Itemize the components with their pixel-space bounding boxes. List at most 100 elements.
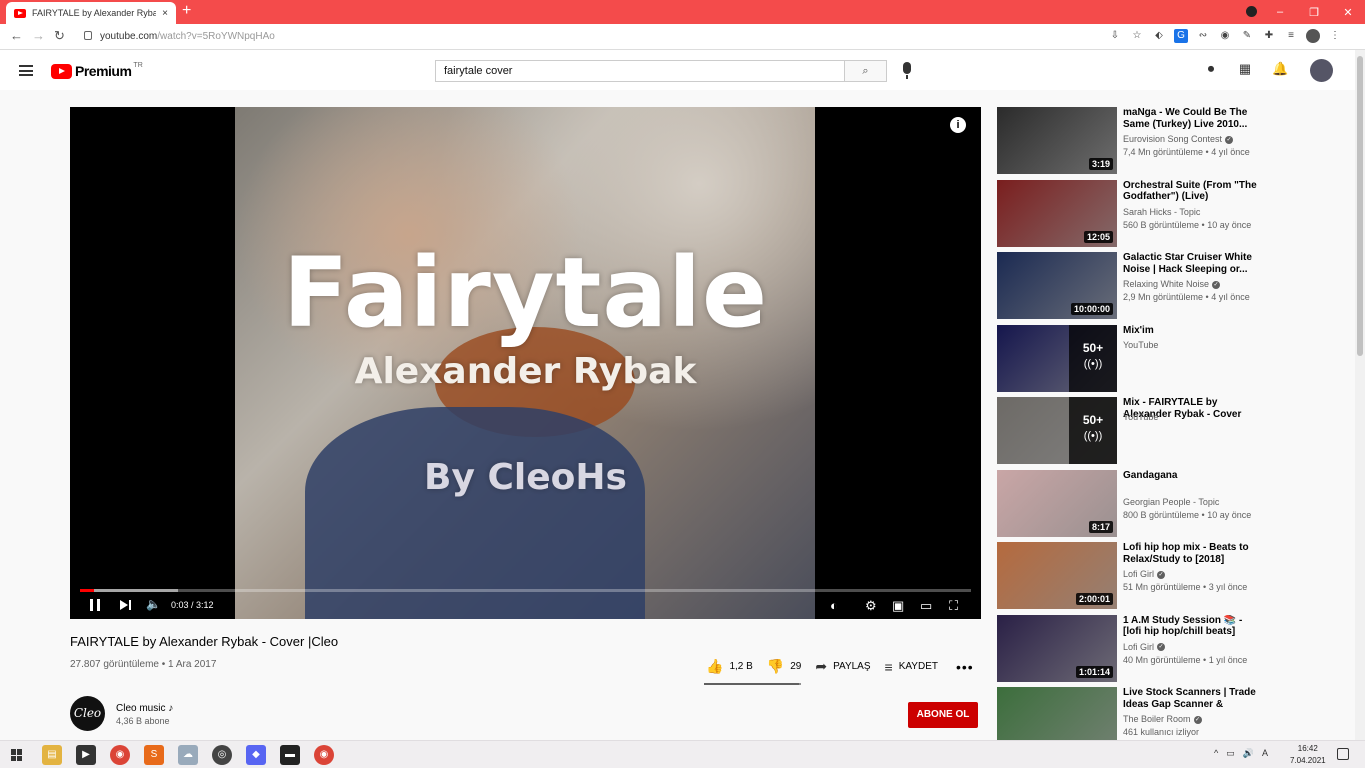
forward-arrow-icon[interactable]: →: [32, 28, 45, 43]
bookmark-star-icon[interactable]: ☆: [1130, 29, 1144, 43]
battery-icon[interactable]: ▭: [1226, 748, 1235, 759]
related-video-title[interactable]: Mix'im: [1123, 325, 1263, 337]
mix-badge: 50+ ((•)): [1069, 397, 1117, 464]
url-field[interactable]: youtube.com/watch?v=5RoYWNpqHAo: [76, 27, 1096, 47]
language-icon[interactable]: A: [1262, 748, 1268, 759]
taskbar-clock[interactable]: 16:42 7.04.2021: [1290, 743, 1326, 767]
video-thumbnail[interactable]: 50+ ((•)): [997, 324, 1117, 392]
share-button[interactable]: ➦ PAYLAŞ: [815, 658, 870, 675]
media-app-icon[interactable]: ▶: [76, 745, 96, 765]
video-title: FAIRYTALE by Alexander Rybak - Cover |Cl…: [70, 634, 339, 649]
video-thumbnail[interactable]: 10:00:00: [997, 252, 1117, 319]
save-button[interactable]: ≡ KAYDET: [885, 659, 938, 675]
video-thumbnail[interactable]: 3:19: [997, 107, 1117, 174]
discord-icon[interactable]: ◆: [246, 745, 266, 765]
related-video-channel: Sarah Hicks - Topic: [1123, 206, 1201, 217]
channel-avatar[interactable]: Cleo: [70, 696, 105, 731]
video-thumbnail[interactable]: 8:17: [997, 469, 1117, 537]
related-video-item[interactable]: 12:05 Orchestral Suite (From "The Godfath…: [997, 179, 1357, 248]
search-input[interactable]: fairytale cover: [435, 60, 845, 82]
video-thumbnail[interactable]: 50+ ((•)): [997, 397, 1117, 464]
channel-name[interactable]: Cleo music ♪: [116, 703, 173, 714]
autoplay-toggle-icon[interactable]: ◐: [830, 598, 838, 613]
video-thumbnail[interactable]: 12:05: [997, 179, 1117, 247]
close-window-button[interactable]: ✕: [1331, 6, 1365, 19]
related-video-item[interactable]: 1:01:14 1 A.M Study Session 📚 - [lofi hip…: [997, 614, 1357, 683]
youtube-logo[interactable]: Premium TR: [51, 62, 143, 79]
more-actions-icon[interactable]: •••: [956, 659, 974, 675]
fullscreen-icon[interactable]: ⛶: [949, 598, 958, 614]
file-explorer-icon[interactable]: ▤: [42, 745, 62, 765]
related-video-item[interactable]: 50+ ((•)) Mix - FAIRYTALE by Alexander Ryb…: [997, 397, 1357, 465]
like-button[interactable]: 👍 1,2 B: [706, 658, 753, 675]
create-video-icon[interactable]: ⏺: [1204, 62, 1218, 76]
back-arrow-icon[interactable]: ←: [10, 28, 23, 43]
windows-start-icon[interactable]: [11, 749, 23, 761]
apps-grid-icon[interactable]: ▦: [1238, 62, 1252, 76]
reload-icon[interactable]: ↻: [54, 28, 65, 44]
related-video-title[interactable]: maNga - We Could Be The Same (Turkey) Li…: [1123, 107, 1263, 130]
tab-close-icon[interactable]: ×: [162, 8, 168, 19]
video-thumbnail[interactable]: 1:01:14: [997, 614, 1117, 682]
related-video-title[interactable]: Live Stock Scanners | Trade Ideas Gap Sc…: [1123, 687, 1263, 710]
photos-icon[interactable]: ☁: [178, 745, 198, 765]
profile-avatar-icon[interactable]: [1306, 29, 1320, 43]
overlay-title: Fairytale: [282, 237, 769, 349]
search-button[interactable]: ⌕: [845, 60, 887, 82]
notifications-bell-icon[interactable]: 🔔: [1272, 62, 1288, 76]
hamburger-menu-icon[interactable]: [19, 65, 33, 76]
settings-gear-icon[interactable]: ⚙: [865, 598, 877, 614]
tray-overflow-icon[interactable]: ^: [1214, 748, 1218, 759]
terminal-icon[interactable]: ▬: [280, 745, 300, 765]
progress-bar[interactable]: [80, 589, 971, 592]
pen-extension-icon[interactable]: ✎: [1240, 29, 1254, 43]
subscribe-button[interactable]: ABONE OL: [908, 702, 978, 728]
media-control-icon[interactable]: ≡: [1284, 29, 1298, 43]
lock-icon: [84, 31, 92, 40]
translate-extension-icon[interactable]: G: [1174, 29, 1188, 43]
puzzle-icon[interactable]: ✚: [1262, 29, 1276, 43]
theater-mode-icon[interactable]: ▭: [920, 598, 932, 614]
related-video-item[interactable]: 50+ ((•)) Mix'im YouTube: [997, 324, 1357, 393]
duration-badge: 1:01:14: [1075, 665, 1113, 678]
account-avatar[interactable]: [1310, 59, 1333, 82]
related-video-item[interactable]: 3:19 maNga - We Could Be The Same (Turkey…: [997, 107, 1357, 175]
extension-icon[interactable]: ⬖: [1152, 29, 1166, 43]
sublime-icon[interactable]: S: [144, 745, 164, 765]
video-thumbnail[interactable]: 2:00:01: [997, 542, 1117, 609]
related-video-title[interactable]: Lofi hip hop mix - Beats to Relax/Study …: [1123, 542, 1263, 565]
install-icon[interactable]: ⇩: [1108, 29, 1122, 43]
ink-extension-icon[interactable]: ∾: [1196, 29, 1210, 43]
browser-menu-icon[interactable]: ⋮: [1328, 29, 1342, 43]
related-video-item[interactable]: 8:17 Gandagana Georgian People - Topic 800 …: [997, 469, 1357, 538]
volume-icon[interactable]: 🔈: [146, 597, 161, 611]
related-video-title[interactable]: Galactic Star Cruiser White Noise | Hack…: [1123, 252, 1263, 275]
microphone-icon[interactable]: [903, 62, 911, 79]
related-video-item[interactable]: 2:00:01 Lofi hip hop mix - Beats to Relax…: [997, 542, 1357, 610]
new-tab-button[interactable]: +: [182, 2, 191, 20]
screenshot-extension-icon[interactable]: ◉: [1218, 29, 1232, 43]
related-video-title[interactable]: Gandagana: [1123, 470, 1263, 482]
recording-icon[interactable]: [1246, 6, 1257, 17]
speaker-icon[interactable]: 🔊: [1243, 748, 1254, 759]
miniplayer-icon[interactable]: ▣: [892, 598, 904, 614]
chrome-second-icon[interactable]: ◉: [314, 745, 334, 765]
minimize-button[interactable]: –: [1263, 6, 1297, 18]
notification-center-icon[interactable]: [1337, 748, 1349, 760]
pause-icon[interactable]: [90, 599, 100, 611]
dislike-button[interactable]: 👎 29: [767, 658, 802, 675]
maximize-button[interactable]: ❐: [1297, 6, 1331, 19]
related-video-title[interactable]: 1 A.M Study Session 📚 - [lofi hip hop/ch…: [1123, 615, 1263, 638]
next-icon[interactable]: [120, 599, 132, 611]
video-player[interactable]: Fairytale Alexander Rybak By CleoHs i 🔈 …: [70, 107, 981, 619]
scrollbar-thumb[interactable]: [1357, 56, 1363, 356]
related-video-title[interactable]: Orchestral Suite (From "The Godfather") …: [1123, 180, 1263, 203]
related-video-channel: Lofi Girl ✓: [1123, 641, 1166, 652]
channel-subscribers: 4,36 B abone: [116, 716, 170, 726]
related-video-views: 51 Mn görüntüleme • 3 yıl önce: [1123, 582, 1248, 592]
browser-tab[interactable]: FAIRYTALE by Alexander Rybak ×: [6, 2, 176, 24]
hotspot-icon[interactable]: ◎: [212, 745, 232, 765]
chrome-icon[interactable]: ◉: [110, 745, 130, 765]
info-icon[interactable]: i: [950, 117, 966, 133]
related-video-item[interactable]: 10:00:00 Galactic Star Cruiser White Nois…: [997, 252, 1357, 320]
